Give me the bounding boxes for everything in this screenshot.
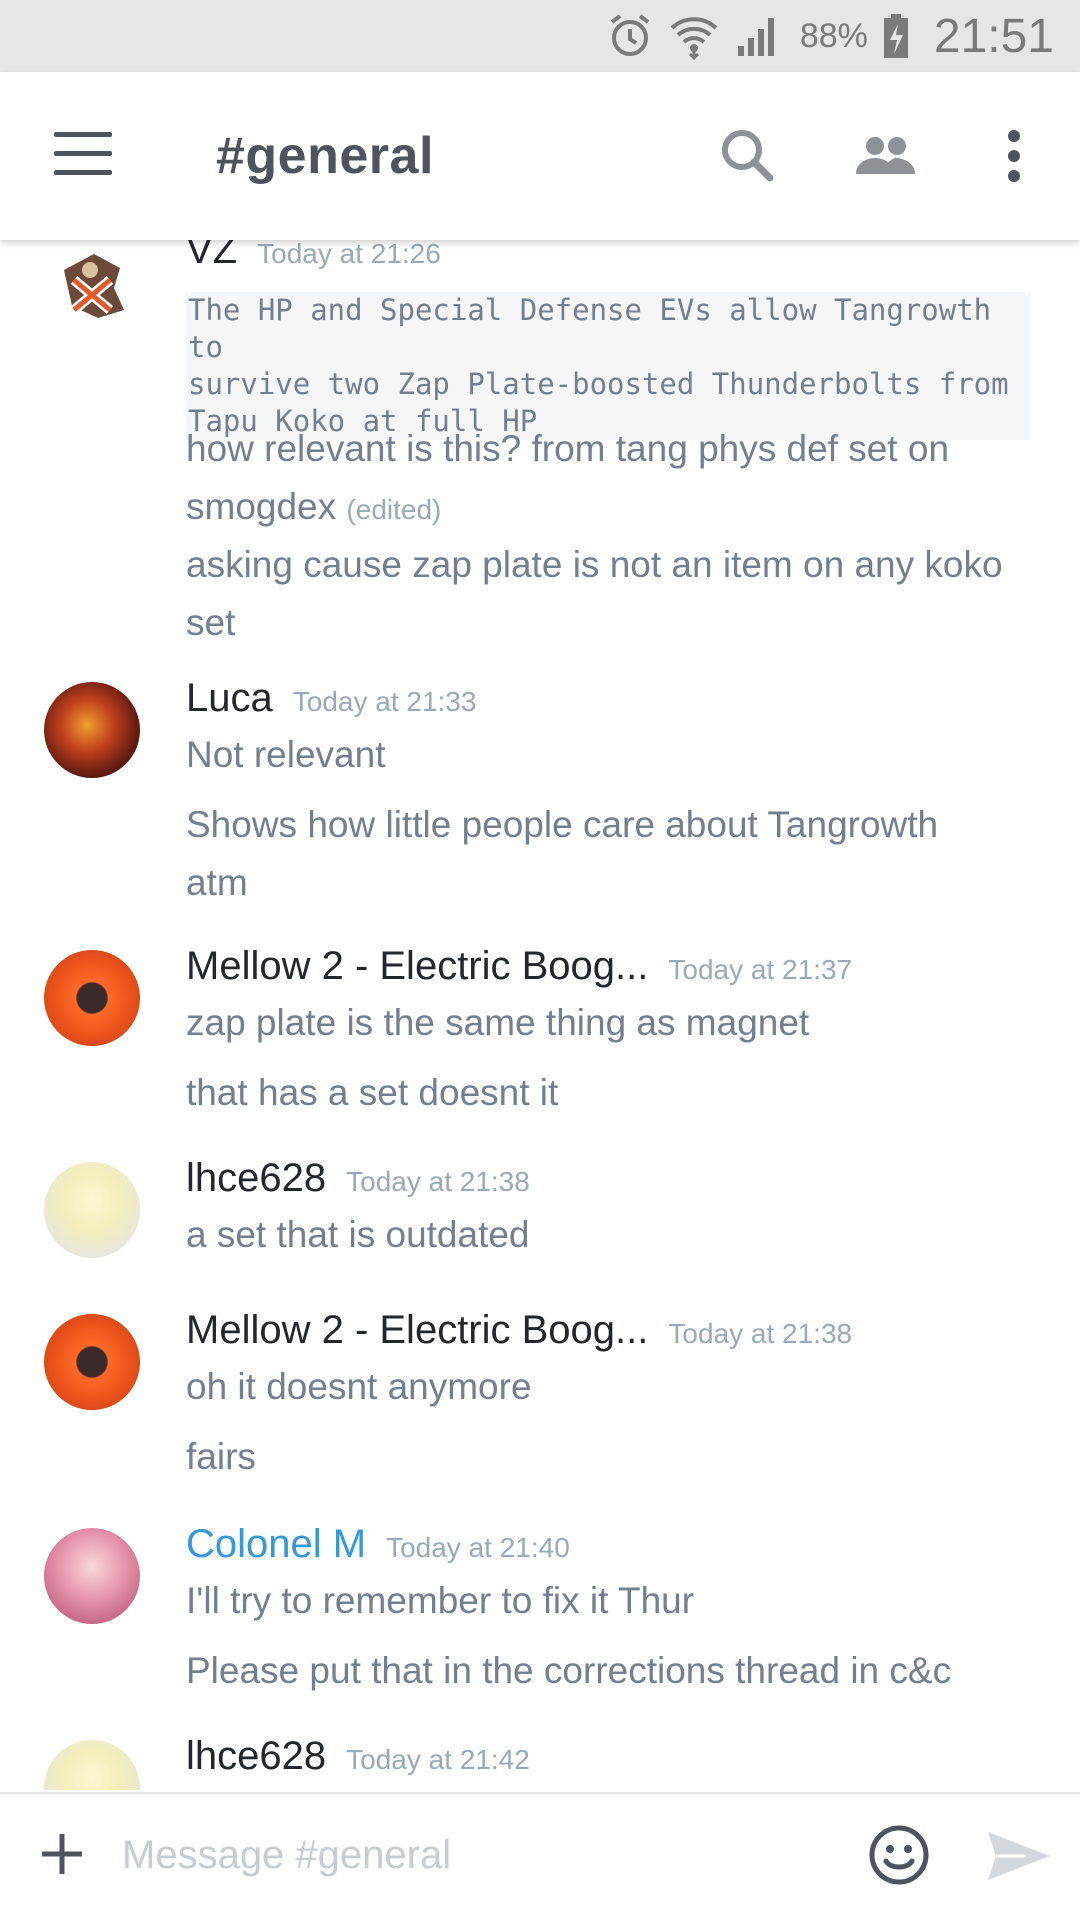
message-text: set bbox=[186, 602, 236, 643]
author-name[interactable]: lhce628 bbox=[186, 1156, 326, 1201]
emoji-icon[interactable] bbox=[868, 1824, 930, 1886]
message-text: atm bbox=[186, 862, 248, 903]
message-text: Shows how little people care about Tangr… bbox=[186, 804, 939, 845]
avatar[interactable] bbox=[44, 1528, 140, 1624]
app-bar: #general bbox=[0, 72, 1080, 240]
avatar[interactable] bbox=[44, 1162, 140, 1258]
timestamp: Today at 21:38 bbox=[346, 1166, 530, 1197]
status-bar: 88% 21:51 bbox=[0, 0, 1080, 72]
battery-charging-icon bbox=[882, 12, 910, 60]
timestamp: Today at 21:37 bbox=[668, 954, 853, 985]
message-composer bbox=[0, 1792, 1080, 1922]
message-text-content: smogdex bbox=[186, 486, 337, 527]
author-name[interactable]: Mellow 2 - Electric Boog... bbox=[186, 1308, 648, 1353]
search-icon[interactable] bbox=[712, 120, 784, 192]
edited-label: (edited) bbox=[346, 494, 442, 525]
alarm-icon bbox=[606, 12, 654, 60]
message-text: that has a set doesnt it bbox=[186, 1072, 559, 1113]
avatar[interactable] bbox=[44, 682, 140, 778]
author-name[interactable]: lhce628 bbox=[186, 1734, 326, 1779]
author-name[interactable]: VZ bbox=[186, 240, 237, 273]
battery-percent: 88% bbox=[799, 16, 868, 55]
wifi-icon bbox=[668, 12, 720, 60]
code-block: The HP and Special Defense EVs allow Tan… bbox=[186, 292, 1030, 440]
channel-title: #general bbox=[216, 127, 434, 185]
message-text: Please put that in the corrections threa… bbox=[186, 1650, 952, 1691]
message-input[interactable] bbox=[120, 1822, 824, 1888]
members-icon[interactable] bbox=[850, 120, 922, 192]
clock: 21:51 bbox=[933, 9, 1054, 63]
message-text: zap plate is the same thing as magnet bbox=[186, 1002, 810, 1043]
avatar[interactable] bbox=[44, 240, 140, 336]
message-text: smogdex (edited) bbox=[186, 478, 1046, 539]
avatar[interactable] bbox=[44, 1314, 140, 1410]
menu-icon[interactable] bbox=[54, 132, 112, 178]
avatar[interactable] bbox=[44, 1740, 140, 1790]
avatar[interactable] bbox=[44, 950, 140, 1046]
timestamp: Today at 21:33 bbox=[292, 686, 477, 717]
message-text: fairs bbox=[186, 1436, 256, 1477]
overflow-menu-icon[interactable] bbox=[978, 120, 1050, 192]
timestamp: Today at 21:26 bbox=[257, 240, 441, 269]
message-text: Not relevant bbox=[186, 734, 386, 775]
send-icon[interactable] bbox=[986, 1828, 1052, 1884]
timestamp: Today at 21:40 bbox=[386, 1532, 570, 1563]
message-text: a set that is outdated bbox=[186, 1214, 530, 1255]
author-name[interactable]: Mellow 2 - Electric Boog... bbox=[186, 944, 648, 989]
message-text: oh it doesnt anymore bbox=[186, 1366, 532, 1407]
message-text: asking cause zap plate is not an item on… bbox=[186, 544, 1003, 585]
message-text: how relevant is this? from tang phys def… bbox=[186, 428, 950, 469]
signal-icon bbox=[734, 12, 782, 60]
message-list[interactable]: VZ Today at 21:26 The HP and Special Def… bbox=[0, 240, 1080, 1790]
timestamp: Today at 21:38 bbox=[668, 1318, 853, 1349]
author-name[interactable]: Luca bbox=[186, 676, 273, 721]
author-name[interactable]: Colonel M bbox=[186, 1522, 366, 1567]
message-text: I'll try to remember to fix it Thur bbox=[186, 1580, 695, 1621]
timestamp: Today at 21:42 bbox=[346, 1744, 530, 1775]
add-icon[interactable] bbox=[38, 1830, 86, 1878]
